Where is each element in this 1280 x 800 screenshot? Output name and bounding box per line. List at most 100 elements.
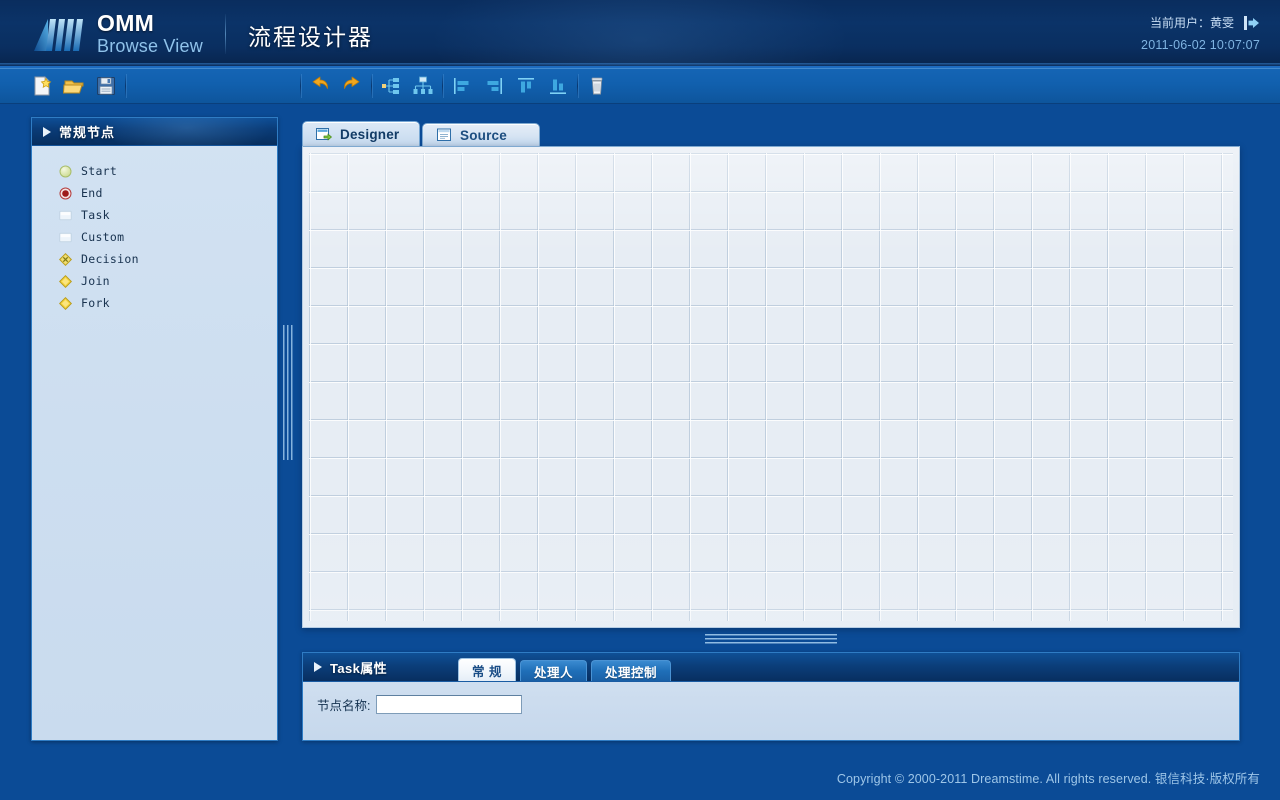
node-palette-panel: 常规节点 Start End Task xyxy=(31,117,278,741)
logo-subtitle: Browse View xyxy=(97,37,203,55)
editor-tabstrip: Designer Source xyxy=(302,121,1240,147)
palette-item-label: Decision xyxy=(81,252,139,266)
tab-designer[interactable]: Designer xyxy=(302,121,420,147)
header-divider xyxy=(225,14,226,54)
omm-logo-icon xyxy=(32,11,88,55)
palette-item-label: Start xyxy=(81,164,117,178)
toolbar-group-history xyxy=(304,68,368,104)
properties-panel: Task属性 常 规 处理人 处理控制 节点名称: xyxy=(302,652,1240,741)
toolbar-separator xyxy=(577,74,578,98)
page-title: 流程设计器 xyxy=(248,18,373,52)
decision-node-icon xyxy=(59,253,72,266)
properties-header[interactable]: Task属性 常 规 处理人 处理控制 xyxy=(303,653,1239,682)
custom-node-icon xyxy=(59,231,72,244)
toolbar-group-align xyxy=(446,68,574,104)
toolbar-separator xyxy=(442,74,443,98)
prop-tab-assignee[interactable]: 处理人 xyxy=(520,660,587,681)
redo-button[interactable] xyxy=(336,71,368,101)
end-node-icon xyxy=(59,187,72,200)
designer-canvas-frame xyxy=(302,146,1240,628)
header-sheen xyxy=(430,0,850,68)
tab-label: Source xyxy=(460,128,507,143)
prop-tab-general[interactable]: 常 规 xyxy=(458,658,516,681)
palette-item-label: Custom xyxy=(81,230,124,244)
delete-button[interactable] xyxy=(581,71,613,101)
designer-canvas[interactable] xyxy=(309,153,1233,621)
app-footer: Copyright © 2000-2011 Dreamstime. All ri… xyxy=(0,758,1280,800)
logout-icon[interactable] xyxy=(1244,16,1260,30)
new-button[interactable] xyxy=(26,71,58,101)
toolbar-group-layout xyxy=(375,68,439,104)
triangle-right-icon xyxy=(314,662,322,672)
open-button[interactable] xyxy=(58,71,90,101)
toolbar-separator xyxy=(300,74,301,98)
node-name-input[interactable] xyxy=(376,695,522,714)
align-bottom-button[interactable] xyxy=(542,71,574,101)
join-node-icon xyxy=(59,275,72,288)
new-document-icon xyxy=(31,75,53,97)
task-node-icon xyxy=(59,209,72,222)
prop-tab-label: 处理控制 xyxy=(605,662,657,681)
node-name-label: 节点名称: xyxy=(317,695,370,714)
tree-layout-vertical-icon xyxy=(412,75,434,97)
trash-icon xyxy=(586,75,608,97)
properties-title: Task属性 xyxy=(330,658,387,677)
redo-arrow-icon xyxy=(341,75,363,97)
open-folder-icon xyxy=(63,75,85,97)
horizontal-splitter[interactable] xyxy=(302,630,1240,648)
vertical-splitter-grip xyxy=(283,325,295,460)
tree-layout-horizontal-icon xyxy=(380,75,402,97)
toolbar-separator xyxy=(371,74,372,98)
palette-item-join[interactable]: Join xyxy=(32,270,277,292)
main-toolbar xyxy=(0,68,1280,104)
prop-tab-label: 处理人 xyxy=(534,662,573,681)
palette-item-decision[interactable]: Decision xyxy=(32,248,277,270)
toolbar-group-edit xyxy=(581,68,613,104)
toolbar-separator xyxy=(125,74,126,98)
palette-item-list: Start End Task Custom xyxy=(32,146,277,314)
palette-item-start[interactable]: Start xyxy=(32,160,277,182)
vertical-splitter[interactable] xyxy=(280,117,298,741)
palette-item-label: Task xyxy=(81,208,110,222)
palette-item-label: Join xyxy=(81,274,110,288)
prop-tab-control[interactable]: 处理控制 xyxy=(591,660,671,681)
align-right-button[interactable] xyxy=(478,71,510,101)
prop-tab-label: 常 规 xyxy=(472,661,502,680)
align-top-icon xyxy=(515,75,537,97)
save-floppy-icon xyxy=(95,75,117,97)
horizontal-splitter-grip xyxy=(705,634,837,644)
tab-source[interactable]: Source xyxy=(422,123,540,147)
palette-item-label: Fork xyxy=(81,296,110,310)
source-tab-icon xyxy=(436,128,452,142)
fork-node-icon xyxy=(59,297,72,310)
properties-tabstrip: 常 规 处理人 处理控制 xyxy=(458,658,671,681)
align-left-icon xyxy=(451,75,473,97)
toolbar-group-file xyxy=(26,68,122,104)
save-button[interactable] xyxy=(90,71,122,101)
logo-title: OMM xyxy=(97,12,203,35)
user-info-block: 当前用户：黄雯 2011-06-02 10:07:07 xyxy=(1141,14,1260,52)
start-node-icon xyxy=(59,165,72,178)
undo-arrow-icon xyxy=(309,75,331,97)
palette-item-custom[interactable]: Custom xyxy=(32,226,277,248)
undo-button[interactable] xyxy=(304,71,336,101)
properties-body: 节点名称: xyxy=(303,682,1239,714)
current-user-label: 当前用户：黄雯 xyxy=(1150,14,1234,31)
palette-item-fork[interactable]: Fork xyxy=(32,292,277,314)
palette-title: 常规节点 xyxy=(59,122,115,141)
palette-item-task[interactable]: Task xyxy=(32,204,277,226)
app-header: OMM Browse View 流程设计器 当前用户：黄雯 2011-06-02… xyxy=(0,0,1280,68)
palette-header[interactable]: 常规节点 xyxy=(32,118,277,146)
palette-item-label: End xyxy=(81,186,103,200)
current-datetime: 2011-06-02 10:07:07 xyxy=(1141,38,1260,52)
copyright-text: Copyright © 2000-2011 Dreamstime. All ri… xyxy=(837,768,1260,787)
layout-horizontal-button[interactable] xyxy=(375,71,407,101)
align-top-button[interactable] xyxy=(510,71,542,101)
app-logo: OMM Browse View xyxy=(32,10,203,55)
triangle-right-icon xyxy=(43,127,51,137)
align-right-icon xyxy=(483,75,505,97)
layout-vertical-button[interactable] xyxy=(407,71,439,101)
palette-item-end[interactable]: End xyxy=(32,182,277,204)
designer-tab-icon xyxy=(316,128,332,142)
align-left-button[interactable] xyxy=(446,71,478,101)
